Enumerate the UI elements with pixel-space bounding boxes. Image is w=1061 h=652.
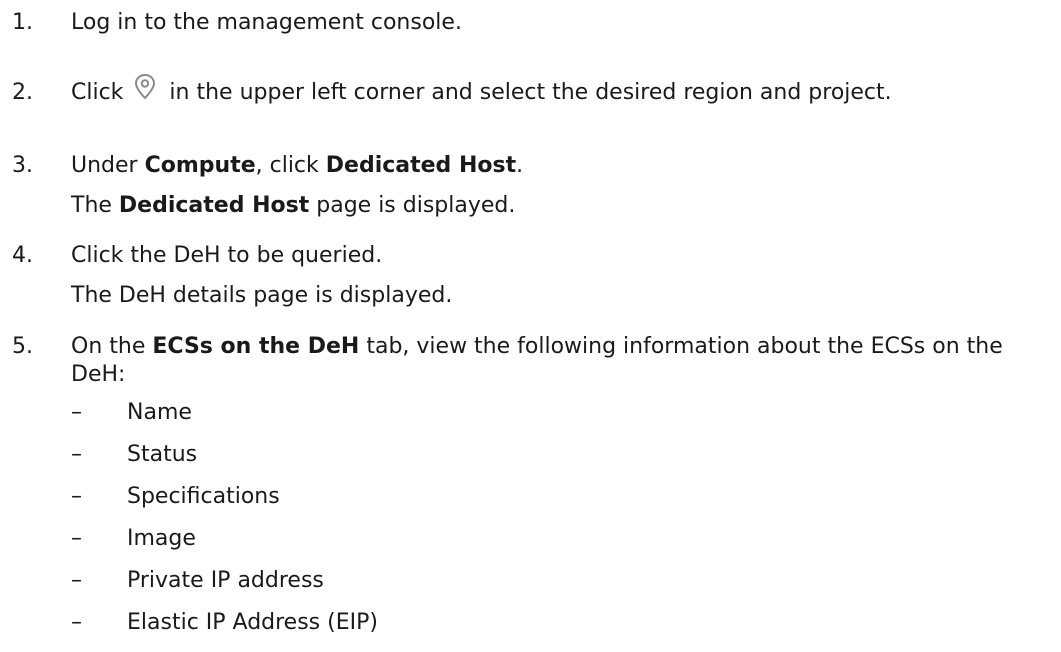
step-number: 2. xyxy=(12,80,33,105)
text-part: . xyxy=(516,153,524,178)
list-item-label: Private IP address xyxy=(127,568,324,593)
list-dash: – xyxy=(71,568,82,593)
step-5: 5. On the ECSs on the DeH tab, view the … xyxy=(0,332,1061,392)
text-part: Under xyxy=(71,153,145,178)
step-text-post: in the upper left corner and select the … xyxy=(169,80,892,105)
list-item-label: Specifications xyxy=(127,484,280,509)
step-text: Under Compute, click Dedicated Host. xyxy=(71,151,523,181)
list-dash: – xyxy=(71,400,82,425)
location-pin-icon xyxy=(131,72,159,102)
list-item: – Image xyxy=(0,524,1061,554)
step-number: 5. xyxy=(12,334,33,359)
list-dash: – xyxy=(71,442,82,467)
ui-term: Dedicated Host xyxy=(118,193,310,218)
list-item: – Name xyxy=(0,398,1061,428)
list-dash: – xyxy=(71,484,82,509)
text-part: page is displayed. xyxy=(309,193,516,218)
ui-term: Dedicated Host xyxy=(325,153,517,178)
list-item-label: Name xyxy=(127,400,192,425)
list-item: – Specifications xyxy=(0,482,1061,512)
step-1: 1. Log in to the management console. xyxy=(0,8,1061,38)
list-item-label: Image xyxy=(127,526,196,551)
list-item: – Private IP address xyxy=(0,566,1061,596)
step-text-pre: Click xyxy=(71,80,124,105)
step-number: 1. xyxy=(12,10,33,35)
step-text: Click in the upper left corner and select… xyxy=(71,73,892,108)
text-part: , click xyxy=(255,153,326,178)
step-text: Log in to the management console. xyxy=(71,10,462,35)
list-item: – Status xyxy=(0,440,1061,470)
ui-term: Compute xyxy=(144,153,256,178)
step-result: The Dedicated Host page is displayed. xyxy=(71,191,515,221)
text-part: The xyxy=(71,193,119,218)
list-item-label: Elastic IP Address (EIP) xyxy=(127,610,378,635)
text-part: On the xyxy=(71,334,153,359)
step-result: The DeH details page is displayed. xyxy=(71,283,453,308)
step-3: 3. Under Compute, click Dedicated Host. … xyxy=(0,151,1061,231)
list-dash: – xyxy=(71,610,82,635)
step-text: On the ECSs on the DeH tab, view the fol… xyxy=(71,333,1056,389)
ui-term: ECSs on the DeH xyxy=(152,334,360,359)
step-number: 4. xyxy=(12,243,33,268)
list-dash: – xyxy=(71,526,82,551)
list-item: – Elastic IP Address (EIP) xyxy=(0,608,1061,638)
step-number: 3. xyxy=(12,153,33,178)
step-2: 2. Click in the upper left corner and sel… xyxy=(0,73,1061,110)
list-item-label: Status xyxy=(127,442,198,467)
step-4: 4. Click the DeH to be queried. The DeH … xyxy=(0,241,1061,321)
info-list: – Name – Status – Specifications – Image… xyxy=(0,398,1061,648)
step-text: Click the DeH to be queried. xyxy=(71,243,383,268)
